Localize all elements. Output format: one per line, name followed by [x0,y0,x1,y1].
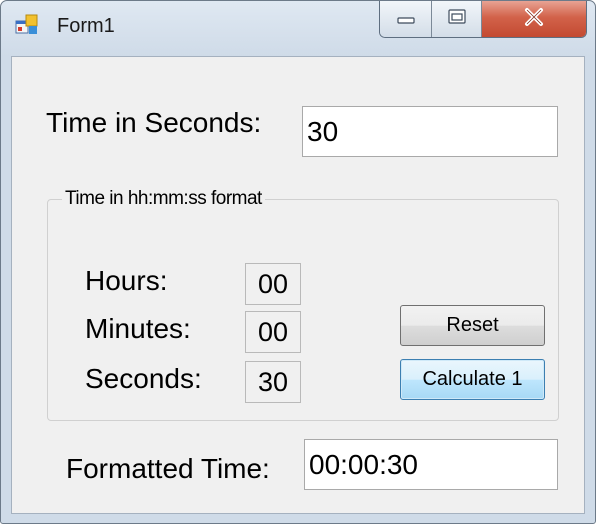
maximize-button[interactable] [432,1,482,37]
minimize-icon [395,10,417,29]
maximize-icon [446,8,468,31]
caption-buttons [379,1,587,38]
title-bar[interactable]: Form1 [1,1,595,53]
form1-window: Form1 Time in Seconds: 30 Time in hh:mm:… [0,0,596,524]
close-button[interactable] [482,1,586,37]
seconds-value: 30 [245,361,301,403]
seconds-label: Seconds: [85,363,202,394]
formatted-time-output[interactable]: 00:00:30 [304,439,558,490]
form-client-area: Time in Seconds: 30 Time in hh:mm:ss for… [11,56,585,514]
time-format-groupbox: Time in hh:mm:ss format Hours: 00 Minute… [47,188,559,421]
calculate-button[interactable]: Calculate 1 [400,359,545,400]
time-in-seconds-label: Time in Seconds: [46,107,262,138]
window-title: Form1 [57,15,115,37]
minimize-button[interactable] [380,1,432,37]
reset-button[interactable]: Reset [400,305,545,346]
time-in-seconds-input[interactable]: 30 [302,106,558,157]
hours-label: Hours: [85,265,168,296]
minutes-value: 00 [245,311,301,353]
close-icon [521,7,547,32]
app-icon [15,13,39,37]
hours-value: 00 [245,263,301,305]
minutes-label: Minutes: [85,313,191,344]
formatted-time-label: Formatted Time: [66,453,270,484]
groupbox-legend: Time in hh:mm:ss format [62,188,265,210]
